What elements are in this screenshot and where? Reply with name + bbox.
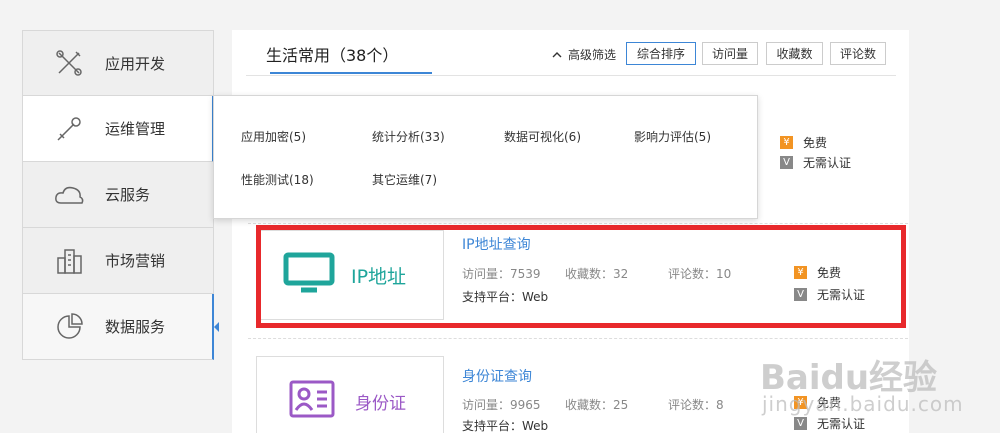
sort-comprehensive-button[interactable]: 综合排序	[626, 42, 696, 65]
cloud-icon	[47, 177, 91, 213]
auth-label: 无需认证	[803, 156, 852, 170]
submenu-item[interactable]: 统计分析(33)	[372, 128, 445, 145]
submenu-item[interactable]: 其它运维(7)	[372, 171, 437, 188]
id-card-icon	[289, 380, 335, 422]
baidu-watermark-url: jingyan.baidu.com	[762, 392, 964, 416]
auth-badge-icon: V	[794, 417, 807, 430]
sidebar-item-label: 数据服务	[105, 318, 166, 336]
tab-underline	[270, 72, 432, 74]
advanced-filter-toggle[interactable]: 高级筛选	[552, 46, 616, 63]
sidebar-item-marketing[interactable]: 市场营销	[22, 228, 214, 294]
sidebar-item-label: 应用开发	[105, 54, 166, 73]
submenu-item[interactable]: 影响力评估(5)	[634, 128, 711, 145]
api-card-thumbnail[interactable]: 身份证	[256, 356, 444, 433]
auth-badge-icon: V	[780, 156, 793, 169]
highlight-annotation-box	[256, 225, 906, 328]
tools-icon	[47, 45, 91, 81]
submenu-item[interactable]: 应用加密(5)	[241, 128, 306, 145]
tab-bar: 生活常用（38个） 高级筛选 综合排序 访问量 收藏数 评论数	[246, 30, 896, 76]
submenu-item[interactable]: 数据可视化(6)	[504, 128, 581, 145]
ops-submenu-dropdown: 应用加密(5) 统计分析(33) 数据可视化(6) 影响力评估(5) 性能测试(…	[213, 95, 758, 219]
thumb-text: 身份证	[355, 393, 406, 414]
pie-chart-icon	[47, 309, 91, 345]
category-sidebar: 应用开发 运维管理 云服务 市场营销 数据服务	[22, 30, 219, 360]
buildings-icon	[47, 243, 91, 279]
visits-count: 访问量：9965	[462, 398, 541, 412]
sort-favorites-button[interactable]: 收藏数	[766, 42, 823, 65]
hidden-card-auth: V 无需认证	[780, 154, 851, 171]
sort-visits-button[interactable]: 访问量	[702, 42, 758, 65]
sidebar-item-ops[interactable]: 运维管理	[22, 96, 219, 162]
price-label: 免费	[803, 136, 828, 150]
advanced-filter-label: 高级筛选	[568, 48, 617, 62]
wrench-icon	[47, 111, 91, 147]
comments-count: 评论数：8	[668, 398, 724, 412]
sidebar-item-data[interactable]: 数据服务	[22, 294, 219, 360]
page: 应用开发 运维管理 云服务 市场营销 数据服务 生活常用（38个） 高级筛选 综…	[0, 0, 1000, 433]
chevron-up-icon	[552, 48, 562, 62]
platform-label: 支持平台：Web	[462, 419, 549, 433]
divider	[248, 223, 908, 224]
sort-comments-button[interactable]: 评论数	[830, 42, 886, 65]
api-card-title[interactable]: 身份证查询	[462, 366, 532, 386]
divider	[248, 338, 908, 339]
submenu-item[interactable]: 性能测试(18)	[241, 171, 314, 188]
sidebar-item-cloud[interactable]: 云服务	[22, 162, 214, 228]
auth-row: V 无需认证	[794, 415, 865, 432]
hidden-card-price: ¥ 免费	[780, 134, 827, 151]
auth-label: 无需认证	[817, 417, 866, 431]
sidebar-item-label: 运维管理	[105, 120, 166, 138]
sidebar-item-label: 云服务	[105, 186, 151, 204]
free-badge-icon: ¥	[780, 136, 793, 149]
accent-indicator	[214, 322, 219, 332]
favorites-count: 收藏数：25	[565, 398, 629, 412]
sidebar-item-app-dev[interactable]: 应用开发	[22, 30, 214, 96]
sidebar-item-label: 市场营销	[105, 252, 166, 270]
tab-life-common[interactable]: 生活常用（38个）	[266, 42, 398, 66]
